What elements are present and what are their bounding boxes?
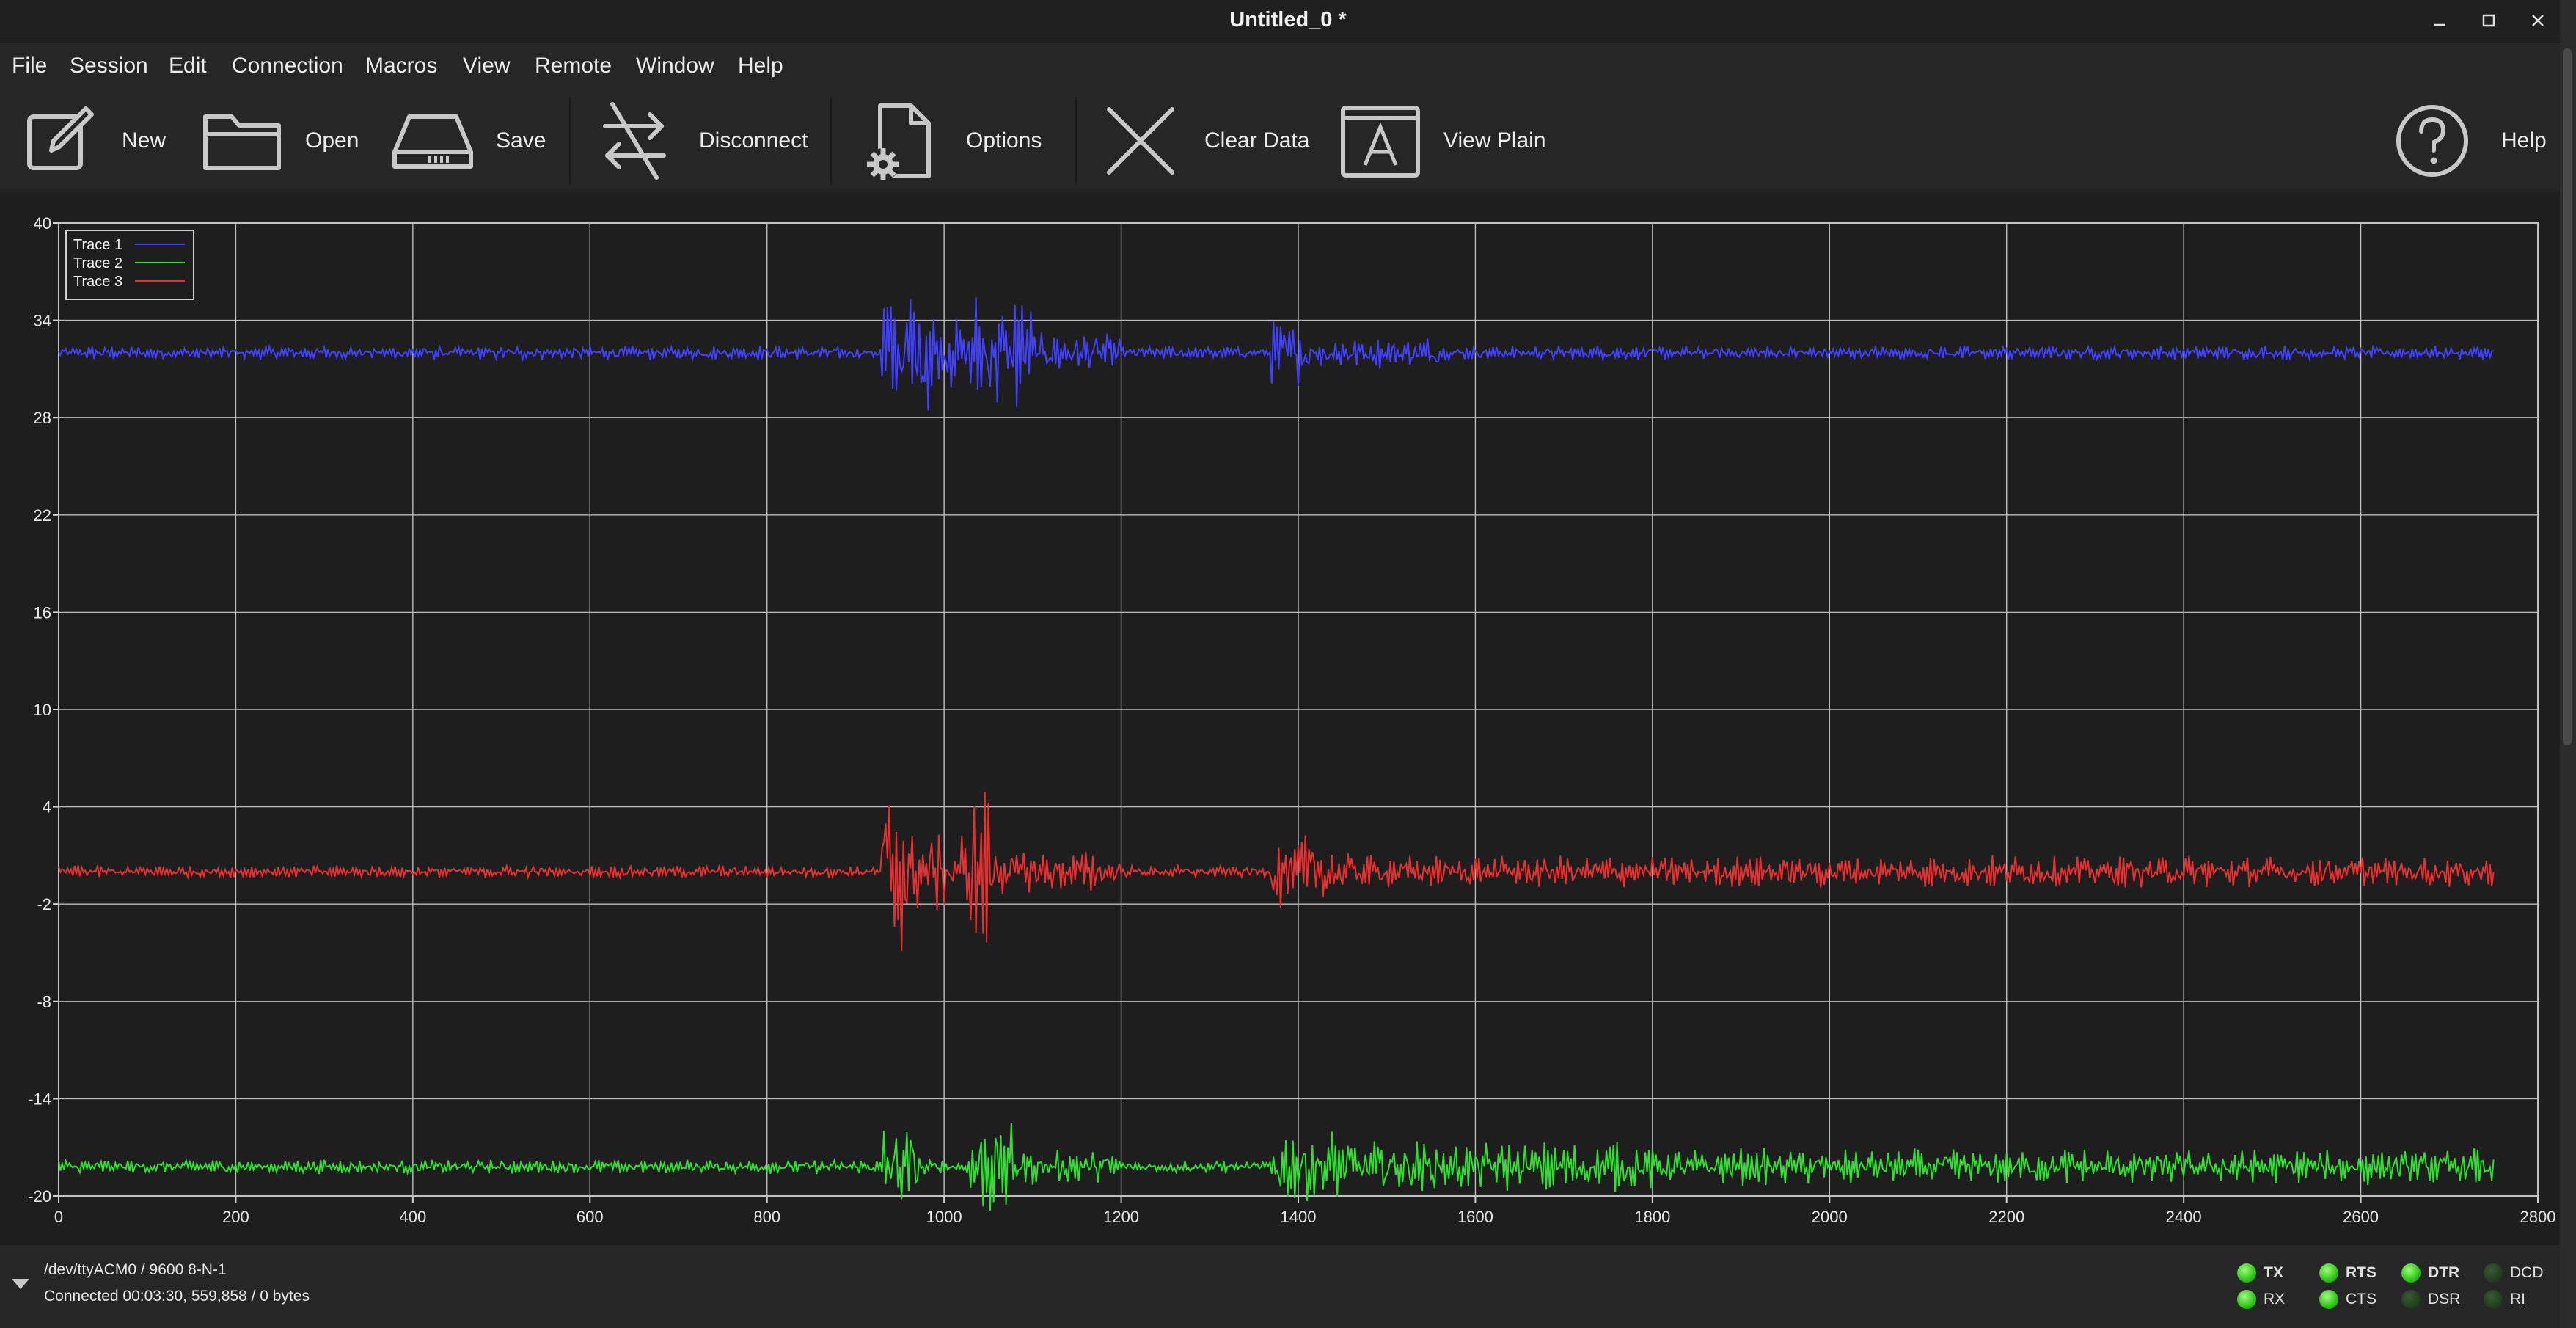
y-tick-label: -8: [37, 993, 51, 1011]
help-label: Help: [2501, 128, 2547, 153]
disconnect-icon: [590, 97, 678, 185]
x-tick-label: 600: [577, 1208, 604, 1226]
drive-icon: [389, 97, 477, 185]
settings-document-icon: [856, 97, 944, 185]
x-tick-label: 1200: [1103, 1208, 1139, 1226]
led-cts-icon: [2319, 1290, 2338, 1309]
menu-file[interactable]: File: [12, 43, 47, 90]
toolbar-separator: [1075, 97, 1077, 185]
led-rx-icon: [2237, 1290, 2256, 1309]
view-plain-button[interactable]: View Plain: [1336, 90, 1546, 192]
expand-triangle-icon[interactable]: [10, 1276, 31, 1291]
x-tick-label: 2400: [2166, 1208, 2202, 1226]
y-tick-label: -2: [37, 895, 51, 913]
led-ri-icon: [2484, 1290, 2503, 1309]
led-ri-label: RI: [2510, 1291, 2525, 1307]
x-tick-label: 2200: [1988, 1208, 2024, 1226]
maximize-button[interactable]: [2473, 4, 2505, 37]
x-tick-label: 400: [399, 1208, 426, 1226]
menu-macros[interactable]: Macros: [365, 43, 437, 90]
toolbar-separator: [830, 97, 832, 185]
x-tick-label: 1000: [926, 1208, 962, 1226]
help-button[interactable]: Help: [2388, 90, 2547, 192]
disconnect-button[interactable]: Disconnect: [590, 90, 808, 192]
led-tx-icon: [2237, 1263, 2256, 1283]
x-tick-label: 0: [54, 1208, 63, 1226]
menu-session[interactable]: Session: [70, 43, 148, 90]
toolbar-separator: [569, 97, 571, 185]
x-tick-label: 800: [753, 1208, 780, 1226]
toolbar: New Open Save Disconnect Options Clear D…: [0, 90, 2560, 192]
menu-bar: File Session Edit Connection Macros View…: [0, 43, 2576, 90]
text-view-icon: [1336, 97, 1424, 185]
y-tick-label: 10: [34, 701, 51, 719]
scrollbar-thumb[interactable]: [2563, 48, 2572, 745]
menu-view[interactable]: View: [463, 43, 510, 90]
new-document-icon: [15, 97, 103, 185]
open-label: Open: [305, 128, 359, 153]
menu-window[interactable]: Window: [636, 43, 714, 90]
close-icon: [2532, 15, 2544, 26]
view-plain-label: View Plain: [1443, 128, 1546, 153]
y-tick-label: 28: [34, 409, 51, 427]
led-rts-icon: [2319, 1263, 2338, 1283]
window-title: Untitled_0 *: [1229, 8, 1347, 32]
open-button[interactable]: Open: [198, 90, 359, 192]
help-circle-icon: [2388, 97, 2476, 185]
led-cts-label: CTS: [2346, 1291, 2376, 1307]
options-label: Options: [966, 128, 1042, 153]
legend-label: Trace 1: [73, 237, 122, 253]
save-label: Save: [496, 128, 546, 153]
minimize-button[interactable]: [2423, 4, 2456, 37]
led-dsr-icon: [2401, 1290, 2421, 1309]
led-dtr-label: DTR: [2428, 1264, 2460, 1281]
clear-data-label: Clear Data: [1204, 128, 1310, 153]
port-status: /dev/ttyACM0 / 9600 8-N-1: [44, 1261, 227, 1278]
menu-connection[interactable]: Connection: [232, 43, 343, 90]
menu-edit[interactable]: Edit: [169, 43, 207, 90]
y-tick-label: 4: [43, 798, 51, 817]
folder-icon: [198, 97, 286, 185]
led-rx-label: RX: [2264, 1291, 2286, 1307]
y-tick-label: 34: [34, 312, 51, 330]
save-button[interactable]: Save: [389, 90, 546, 192]
x-tick-label: 2600: [2343, 1208, 2379, 1226]
chart: 0 200 400 600 800 1000 1200 1400 1600 1800 2000 220…: [28, 214, 2556, 1226]
x-tick-label: 1800: [1634, 1208, 1670, 1226]
led-dsr-label: DSR: [2428, 1291, 2461, 1307]
connection-status: Connected 00:03:30, 559,858 / 0 bytes: [44, 1288, 310, 1305]
x-tick-label: 200: [222, 1208, 249, 1226]
options-button[interactable]: Options: [856, 90, 1042, 192]
y-tick-label: 16: [34, 603, 51, 621]
plot-area[interactable]: 0 200 400 600 800 1000 1200 1400 1600 1800 2000 220…: [0, 192, 2560, 1245]
clear-data-button[interactable]: Clear Data: [1097, 90, 1309, 192]
maximize-icon: [2482, 14, 2495, 27]
minimize-icon: [2434, 23, 2445, 26]
y-tick-label: 22: [34, 506, 51, 525]
x-tick-label: 1600: [1457, 1208, 1493, 1226]
y-tick-label: 40: [34, 214, 51, 233]
legend-label: Trace 3: [73, 274, 122, 290]
y-tick-label: -14: [28, 1090, 51, 1108]
disconnect-label: Disconnect: [699, 128, 808, 153]
led-dtr-icon: [2401, 1263, 2421, 1283]
close-x-icon: [1097, 97, 1185, 185]
x-tick-label: 2800: [2520, 1208, 2556, 1226]
led-dcd-label: DCD: [2510, 1264, 2544, 1281]
status-bar: /dev/ttyACM0 / 9600 8-N-1 Connected 00:0…: [0, 1245, 2560, 1328]
led-rts-label: RTS: [2346, 1264, 2376, 1281]
y-tick-label: -20: [28, 1187, 51, 1205]
new-button[interactable]: New: [15, 90, 166, 192]
close-button[interactable]: [2522, 4, 2554, 37]
led-dcd-icon: [2484, 1263, 2503, 1283]
led-tx-label: TX: [2264, 1264, 2283, 1281]
x-tick-label: 1400: [1281, 1208, 1317, 1226]
title-bar: Untitled_0 *: [0, 0, 2576, 40]
x-tick-label: 2000: [1812, 1208, 1848, 1226]
menu-remote[interactable]: Remote: [535, 43, 612, 90]
menu-help[interactable]: Help: [738, 43, 783, 90]
new-label: New: [122, 128, 167, 153]
legend-label: Trace 2: [73, 255, 122, 271]
